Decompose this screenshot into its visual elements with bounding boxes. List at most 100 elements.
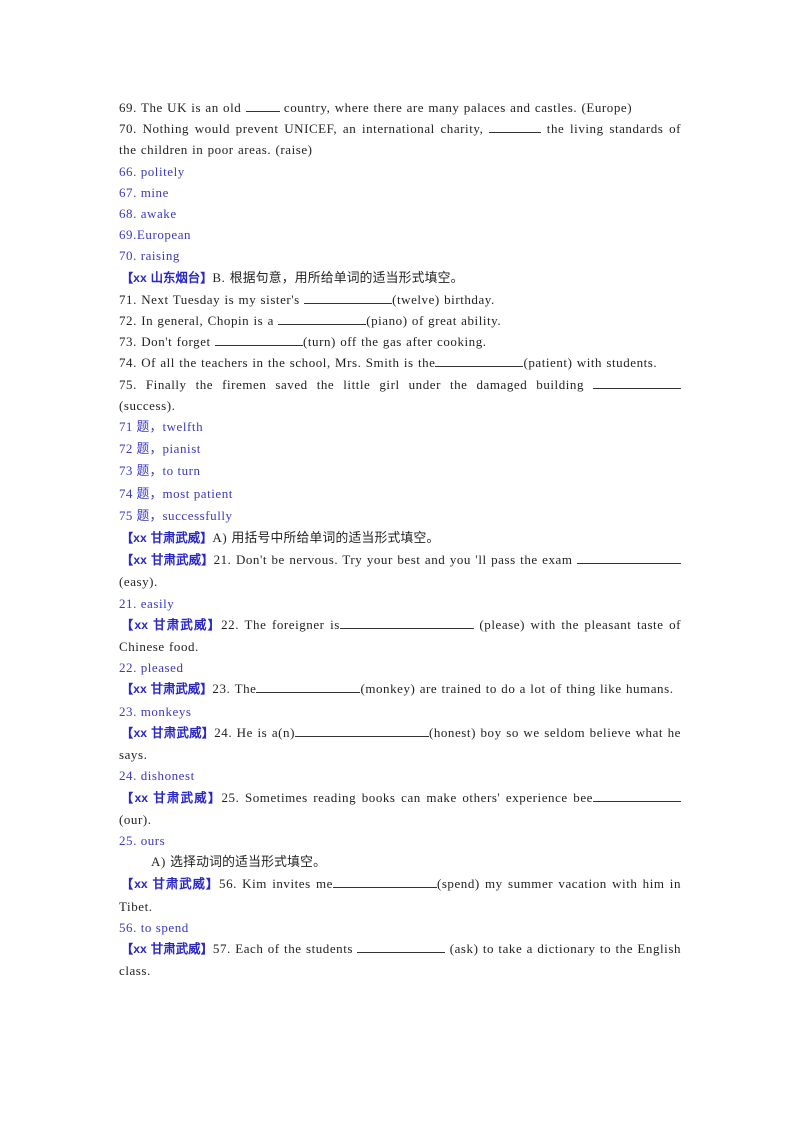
answer-cjk-label: 题， (136, 442, 163, 458)
source-tag-prefix: 【xx (121, 531, 151, 546)
question-75: 75. Finally the firemen saved the little… (119, 374, 681, 416)
answer-number: 74 (119, 485, 137, 501)
source-tag-prefix: 【xx (121, 553, 151, 568)
answer-23: 23. monkeys (119, 703, 192, 719)
fill-blank[interactable] (332, 875, 437, 889)
answer-24: 24. dishonest (119, 768, 195, 784)
source-tag-suffix: 】 (201, 725, 215, 740)
q22-pre: 22. The foreigner is (221, 616, 340, 632)
answer-73: 73 题，to turn (119, 460, 681, 482)
document-page: 69. The UK is an old country, where ther… (119, 97, 681, 981)
fill-blank[interactable] (593, 375, 681, 389)
q57-pre: 57. Each of the students (212, 940, 358, 956)
answer-72: 72 题，pianist (119, 438, 681, 460)
source-tag-region: 甘肃武威 (150, 552, 202, 568)
q74-part1: 74. Of all the teachers in the school, M… (119, 355, 436, 371)
subsection-instruction: 选择动词的适当形式填空。 (170, 855, 327, 871)
answer-word: twelfth (162, 419, 204, 435)
heading-gansu-wuwei-a: 【xx 甘肃武威】A) 用括号中所给单词的适当形式填空。 (119, 527, 681, 549)
q72-part2: (piano) of great ability. (366, 313, 502, 329)
answer-number: 71 (119, 419, 137, 435)
source-tag-prefix: 【xx (121, 877, 153, 892)
source-tag-region: 甘肃武威 (151, 724, 202, 740)
source-tag: 【xx 甘肃武威】 (121, 941, 213, 956)
source-tag-prefix: 【xx (121, 270, 151, 285)
source-tag: 【xx 甘肃武威】 (121, 681, 213, 697)
source-tag: 【xx 甘肃武威】 (121, 790, 221, 805)
answer-number: 73 (119, 463, 137, 479)
answer-70: 70. raising (119, 248, 180, 264)
section-letter: A) (212, 530, 232, 546)
source-tag-prefix: 【xx (121, 941, 151, 956)
section-instruction: 用括号中所给单词的适当形式填空。 (231, 531, 440, 547)
question-69: 69. The UK is an old country, where ther… (119, 97, 681, 118)
question-24: 【xx 甘肃武威】24. He is a(n) (honest) boy so w… (119, 722, 681, 765)
q73-part2: (turn) off the gas after cooking. (303, 334, 487, 350)
q56-pre: 56. Kim invites me (219, 876, 333, 892)
question-23: 【xx 甘肃武威】23. The (monkey) are trained to … (119, 678, 681, 700)
source-tag-prefix: 【xx (121, 617, 154, 632)
source-tag: 【xx 甘肃武威】 (121, 876, 220, 892)
q73-part1: 73. Don't forget (119, 334, 215, 350)
answer-cjk-label: 题， (136, 420, 163, 436)
answer-word: successfully (162, 507, 233, 523)
fill-blank[interactable] (304, 290, 393, 304)
source-tag-suffix: 】 (205, 877, 220, 892)
q23-pre: 23. The (212, 681, 257, 697)
fill-blank[interactable] (577, 551, 681, 565)
q72-part1: 72. In general, Chopin is a (119, 313, 279, 329)
answer-66: 66. politely (119, 163, 185, 179)
source-tag: 【xx 甘肃武威】 (121, 552, 214, 568)
heading-shandong-yantai: 【xx 山东烟台】B. 根据句意，用所给单词的适当形式填空。 (119, 267, 681, 289)
source-tag-suffix: 】 (200, 682, 213, 697)
source-tag-region: 甘肃武威 (152, 876, 206, 892)
source-tag-suffix: 】 (201, 553, 214, 568)
question-22: 【xx 甘肃武威】22. The foreigner is (please) w… (119, 614, 681, 657)
subheading-verb-forms: A) 选择动词的适当形式填空。 (119, 851, 681, 873)
q69-part1: 69. The UK is an old (119, 100, 246, 115)
answer-22: 22. pleased (119, 660, 184, 676)
source-tag-region: 甘肃武威 (150, 530, 201, 546)
fill-blank[interactable] (593, 788, 681, 802)
source-tag-suffix: 】 (207, 617, 222, 632)
source-tag-suffix: 】 (200, 531, 213, 546)
fill-blank[interactable] (215, 333, 303, 347)
answer-number: 72 (119, 441, 137, 457)
answer-word: to turn (162, 463, 201, 479)
q21-pre: 21. Don't be nervous. Try your best and … (213, 552, 577, 568)
source-tag-prefix: 【xx (121, 725, 152, 740)
question-74: 74. Of all the teachers in the school, M… (119, 352, 681, 373)
fill-blank[interactable] (245, 99, 280, 112)
source-tag: 【xx 甘肃武威】 (121, 724, 215, 740)
answer-cjk-label: 题， (136, 464, 163, 480)
answer-71: 71 题，twelfth (119, 416, 681, 438)
source-tag: 【xx 山东烟台】 (121, 270, 213, 285)
fill-blank[interactable] (278, 312, 367, 326)
source-tag-suffix: 】 (200, 270, 213, 285)
answer-67: 67. mine (119, 184, 169, 200)
answer-21: 21. easily (119, 595, 175, 611)
question-70: 70. Nothing would prevent UNICEF, an int… (119, 118, 681, 160)
fill-blank[interactable] (357, 940, 446, 953)
answer-number: 75 (119, 507, 137, 523)
answer-68: 68. awake (119, 206, 177, 222)
question-73: 73. Don't forget (turn) off the gas afte… (119, 331, 681, 352)
fill-blank[interactable] (294, 724, 429, 737)
answer-25: 25. ours (119, 832, 166, 848)
q23-post: (monkey) are trained to do a lot of thin… (360, 681, 674, 697)
section-letter: B. (212, 269, 230, 285)
q71-part2: (twelve) birthday. (392, 291, 495, 307)
source-tag-region: 甘肃武威 (150, 681, 201, 697)
answer-word: pianist (162, 441, 201, 457)
question-71: 71. Next Tuesday is my sister's (twelve)… (119, 289, 681, 310)
answer-56: 56. to spend (119, 919, 189, 935)
section-instruction: 根据句意，用所给单词的适当形式填空。 (229, 270, 464, 286)
fill-blank[interactable] (489, 120, 542, 134)
q74-part2: (patient) with students. (523, 355, 658, 371)
fill-blank[interactable] (256, 680, 361, 694)
answer-word: most patient (162, 485, 233, 501)
fill-blank[interactable] (339, 616, 474, 629)
fill-blank[interactable] (435, 354, 524, 368)
answer-69: 69.European (119, 227, 192, 243)
q69-part2: country, where there are many palaces an… (279, 100, 633, 115)
